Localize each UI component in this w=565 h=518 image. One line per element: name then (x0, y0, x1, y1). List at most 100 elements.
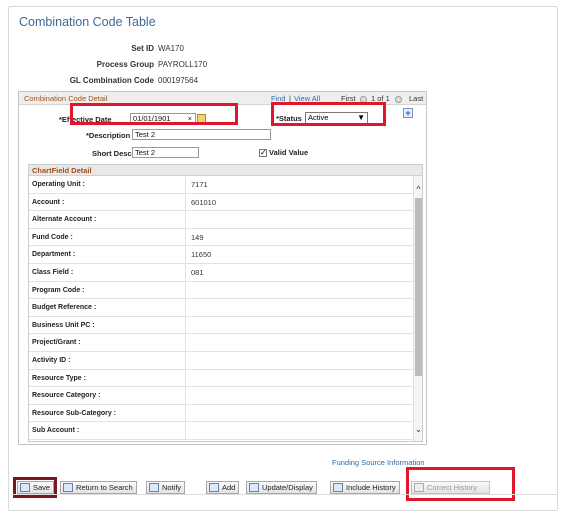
update-label: Update/Display (262, 483, 313, 492)
correct-label: Correct History (427, 483, 478, 492)
chartfield-row: Budget Reference : (29, 299, 416, 317)
chartfield-row: Department : 11650 (29, 246, 416, 264)
chartfield-value: 149 (191, 232, 204, 242)
include-history-icon (333, 483, 343, 492)
row-divider (185, 352, 186, 369)
chartfield-label: Business Unit PC : (32, 321, 95, 329)
chartfield-label: Class Field : (32, 269, 74, 276)
add-button[interactable]: Add (206, 481, 240, 494)
scroll-down-icon[interactable]: ⌄ (414, 424, 423, 435)
next-arrow-icon[interactable] (395, 94, 402, 103)
chartfield-row: Project/Grant : (29, 334, 416, 352)
process-group-value: PAYROLL170 (158, 60, 208, 69)
return-to-search-button[interactable]: Return to Search (60, 481, 137, 494)
chartfield-label: Resource Sub-Category : (32, 409, 117, 417)
chartfield-label: Department : (32, 251, 76, 259)
chartfield-label: Sub Account : (32, 427, 80, 435)
highlight-status (271, 102, 386, 126)
add-row-icon[interactable]: + (403, 108, 413, 118)
valid-value-label: Valid Value (269, 148, 309, 157)
row-divider (185, 246, 186, 263)
save-icon (20, 483, 30, 492)
row-divider (185, 228, 186, 246)
update-display-button[interactable]: Update/Display (246, 481, 317, 494)
chartfield-detail-grid: ChartField Detail Operating Unit : 7171 Ac… (28, 164, 423, 442)
row-divider (185, 281, 186, 299)
chartfield-row: Business Unit PC : (29, 316, 416, 335)
row-divider (185, 193, 186, 211)
row-divider (185, 334, 186, 351)
section-title: Combination Code Detail (24, 94, 108, 103)
add-label: Add (222, 483, 236, 492)
return-icon (63, 483, 73, 492)
scroll-up-icon[interactable]: ^ (414, 184, 423, 194)
include-label: Include History (346, 483, 396, 492)
row-divider (185, 264, 186, 281)
chartfield-label: Alternate Account : (32, 216, 97, 224)
chartfield-title: ChartField Detail (29, 165, 422, 176)
valid-value-field[interactable]: ✓ Valid Value (259, 148, 308, 157)
chartfield-label: Operating Unit : (32, 181, 85, 188)
row-divider (185, 422, 186, 439)
short-desc-label: Short Desc (92, 149, 132, 158)
save-label: Save (33, 483, 51, 492)
chartfield-row: Operating Unit : 7171 (29, 176, 416, 194)
chartfield-label: Program Code : (32, 286, 85, 294)
chartfield-label: Resource Type : (32, 374, 86, 382)
chartfield-row: Fund Code : 149 (29, 228, 416, 247)
chartfield-row: Resource Type : (29, 369, 416, 388)
notify-button[interactable]: Notify (146, 481, 186, 494)
chartfield-row: Account : 601010 (29, 193, 416, 212)
chartfield-value: 081 (191, 268, 204, 277)
notify-icon (149, 483, 159, 492)
description-input[interactable]: Test 2 (132, 129, 271, 140)
row-divider (185, 176, 186, 193)
row-divider (185, 211, 186, 228)
row-divider (185, 299, 186, 316)
funding-source-link[interactable]: Funding Source Information (332, 458, 425, 467)
chartfield-label: Budget Reference : (32, 304, 97, 312)
chartfield-row: Resource Category : (29, 387, 416, 405)
vertical-scrollbar[interactable]: ^ ⌄ (413, 176, 422, 441)
chartfield-row: Class Field : 081 (29, 264, 416, 282)
chartfield-label: Account : (32, 198, 65, 206)
return-label: Return to Search (76, 483, 133, 492)
chartfield-value: 601010 (191, 197, 217, 207)
chartfield-label: Activity ID : (32, 357, 71, 364)
update-icon (249, 483, 259, 492)
include-history-button[interactable]: Include History (330, 481, 400, 494)
row-divider (185, 316, 186, 334)
setid-label: Set ID (131, 44, 154, 53)
correct-history-button[interactable]: Correct History (411, 481, 490, 494)
gl-code-value: 000197564 (158, 76, 199, 85)
page-title: Combination Code Table (19, 15, 156, 29)
chartfield-row: Resource Sub-Category : (29, 404, 416, 423)
chartfield-row: Alternate Account : (29, 211, 416, 229)
valid-value-checkbox[interactable]: ✓ (259, 148, 267, 157)
row-divider (185, 387, 186, 404)
chartfield-row: Program Code : (29, 281, 416, 300)
chartfield-value: 11650 (191, 250, 212, 260)
row-divider (185, 404, 186, 422)
description-label: *Description (86, 131, 131, 140)
combination-code-detail-section: Combination Code Detail Find | View All … (18, 91, 427, 445)
notify-label: Notify (162, 483, 182, 492)
gl-code-label: GL Combination Code (69, 76, 154, 85)
chartfield-value: 7171 (191, 180, 208, 189)
short-desc-input[interactable]: Test 2 (132, 147, 199, 158)
chartfield-label: Project/Grant : (32, 339, 81, 347)
add-icon (209, 483, 219, 492)
correct-history-icon (414, 483, 424, 492)
chartfield-row: Activity ID : (29, 352, 416, 370)
save-button[interactable]: Save (17, 481, 55, 494)
row-divider (185, 369, 186, 387)
chartfield-label: Fund Code : (32, 233, 73, 241)
setid-value: WA170 (158, 44, 184, 53)
toolbar-divider (11, 494, 557, 495)
process-group-label: Process Group (96, 60, 154, 69)
highlight-effective-date (70, 103, 238, 125)
chartfield-row: Sub Account : (29, 422, 416, 440)
last-label: Last (409, 94, 424, 103)
chartfield-label: Resource Category : (32, 392, 101, 400)
scroll-thumb[interactable] (415, 198, 422, 376)
